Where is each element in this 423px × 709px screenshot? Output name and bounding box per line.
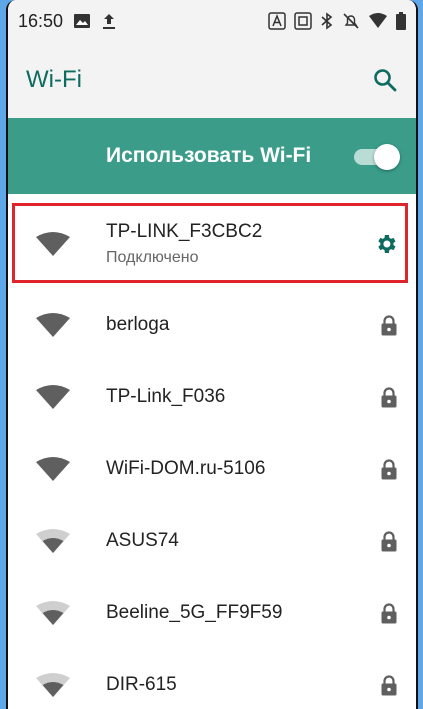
network-item[interactable]: Beeline_5G_FF9F59 <box>8 577 416 649</box>
lock-icon <box>380 674 398 696</box>
lock-icon <box>380 314 398 336</box>
network-list: TP-LINK_F3CBC2 Подключено berloga TP-Lin… <box>8 199 416 709</box>
battery-icon <box>396 12 406 30</box>
use-wifi-label: Использовать Wi-Fi <box>106 144 312 167</box>
image-notification-icon <box>73 13 91 29</box>
network-name: TP-Link_F036 <box>106 386 226 407</box>
keyboard-a-icon <box>268 12 286 30</box>
switch-thumb <box>374 144 400 170</box>
use-wifi-toggle-row[interactable]: Использовать Wi-Fi <box>8 118 416 194</box>
lock-icon <box>380 602 398 624</box>
lock-icon <box>380 386 398 408</box>
phone-screen: 16:50 Wi-Fi Использовать Wi-Fi TP-LINK_F… <box>6 0 418 709</box>
bluetooth-icon <box>320 12 334 30</box>
wifi-status-icon <box>368 13 388 29</box>
network-item[interactable]: ASUS74 <box>8 505 416 577</box>
wifi-signal-full-icon <box>32 231 74 257</box>
wifi-signal-partial-icon <box>32 672 74 698</box>
network-item-connected[interactable]: TP-LINK_F3CBC2 Подключено <box>8 199 416 289</box>
search-icon[interactable] <box>372 67 398 93</box>
app-bar: Wi-Fi <box>8 42 416 118</box>
network-item[interactable]: berloga <box>8 289 416 361</box>
network-item[interactable]: TP-Link_F036 <box>8 361 416 433</box>
wifi-signal-partial-icon <box>32 528 74 554</box>
wifi-signal-full-icon <box>32 384 74 410</box>
page-title: Wi-Fi <box>26 66 82 93</box>
wifi-signal-full-icon <box>32 312 74 338</box>
status-time: 16:50 <box>18 10 64 31</box>
gear-icon[interactable] <box>374 232 398 256</box>
network-item[interactable]: DIR-615 <box>8 649 416 709</box>
screen-icon <box>294 12 312 30</box>
network-name: ASUS74 <box>106 530 179 551</box>
wifi-toggle-switch[interactable] <box>354 143 400 170</box>
network-name: Beeline_5G_FF9F59 <box>106 602 283 623</box>
network-name: WiFi-DOM.ru-5106 <box>106 458 266 479</box>
network-name: berloga <box>106 314 170 335</box>
network-name: TP-LINK_F3CBC2 <box>106 221 263 242</box>
status-bar: 16:50 <box>8 0 416 42</box>
network-item[interactable]: WiFi-DOM.ru-5106 <box>8 433 416 505</box>
lock-icon <box>380 458 398 480</box>
network-name: DIR-615 <box>106 674 177 695</box>
wifi-signal-partial-icon <box>32 600 74 626</box>
lock-icon <box>380 530 398 552</box>
network-status: Подключено <box>106 249 199 266</box>
upload-notification-icon <box>101 12 117 30</box>
mute-icon <box>342 12 360 30</box>
wifi-signal-full-icon <box>32 456 74 482</box>
